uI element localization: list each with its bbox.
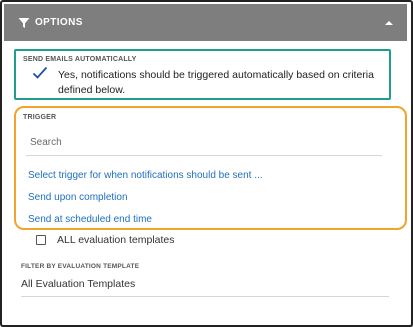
chevron-up-icon[interactable] [383,17,395,29]
trigger-option-upon-completion[interactable]: Send upon completion [28,192,128,203]
filter-template-select[interactable]: All Evaluation Templates [21,278,135,290]
options-panel: OPTIONS SEND EMAILS AUTOMATICALLY Yes, n… [0,0,413,327]
checkmark-icon[interactable] [32,66,48,80]
trigger-section: TRIGGER Select trigger for when notifica… [14,106,407,230]
trigger-label: TRIGGER [23,114,57,121]
options-header[interactable]: OPTIONS [4,4,407,41]
send-emails-section: SEND EMAILS AUTOMATICALLY Yes, notificat… [14,49,391,100]
filter-template-label: FILTER BY EVALUATION TEMPLATE [21,263,140,270]
options-title: OPTIONS [35,17,83,28]
send-emails-label: SEND EMAILS AUTOMATICALLY [23,56,137,63]
send-emails-description: Yes, notifications should be triggered a… [58,69,374,96]
filter-icon [18,17,30,28]
trigger-option-scheduled-end[interactable]: Send at scheduled end time [28,214,152,225]
trigger-search-input[interactable] [26,130,382,156]
trigger-option-select-prompt[interactable]: Select trigger for when notifications sh… [28,170,263,181]
all-templates-checkbox[interactable] [36,235,46,245]
all-templates-label: ALL evaluation templates [57,234,175,246]
filter-template-underline [21,296,389,297]
